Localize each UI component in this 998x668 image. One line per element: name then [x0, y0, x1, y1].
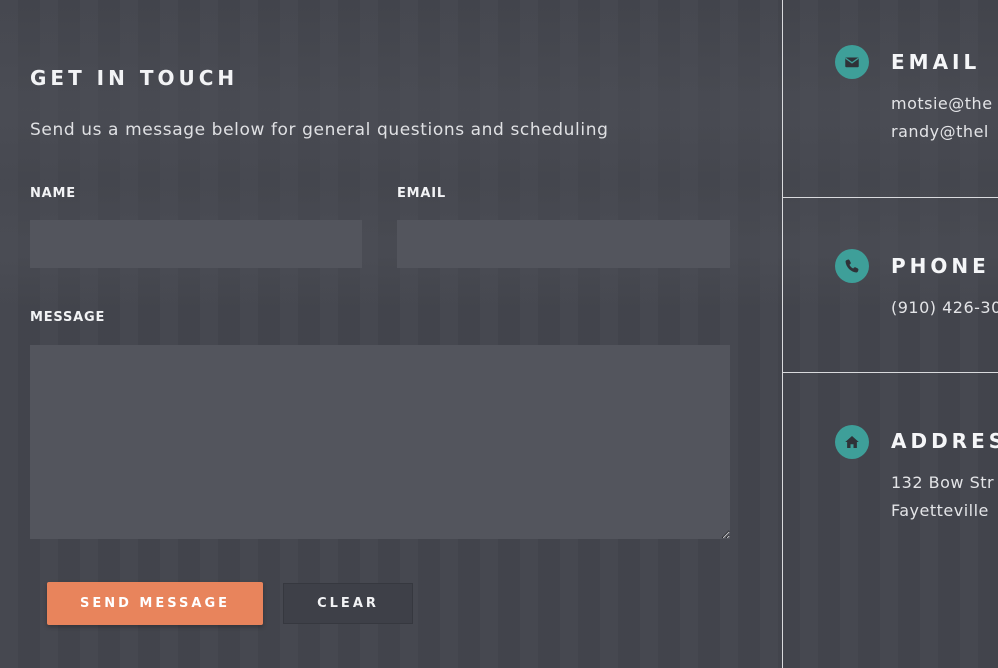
- home-icon: [835, 425, 869, 459]
- address-line-2: Fayetteville: [891, 501, 989, 520]
- phone-glyph: [845, 259, 859, 273]
- send-message-button[interactable]: SEND MESSAGE: [47, 582, 263, 625]
- home-glyph: [845, 436, 859, 448]
- email-title: EMAIL: [891, 50, 981, 74]
- address-line-1: 132 Bow Str: [891, 473, 995, 492]
- message-label: MESSAGE: [30, 310, 106, 325]
- form-title: GET IN TOUCH: [30, 66, 239, 90]
- address-title: ADDRES: [891, 429, 998, 453]
- phone-title: PHONE: [891, 254, 990, 278]
- contact-form-section: GET IN TOUCH Send us a message below for…: [0, 0, 782, 668]
- name-label: NAME: [30, 186, 76, 201]
- phone-icon: [835, 249, 869, 283]
- form-subtitle: Send us a message below for general ques…: [30, 120, 609, 140]
- clear-button[interactable]: CLEAR: [283, 583, 413, 624]
- separator: [783, 372, 998, 373]
- message-textarea[interactable]: [30, 345, 730, 539]
- name-input[interactable]: [30, 220, 362, 268]
- contact-info-panel: EMAIL motsie@the randy@thel PHONE (910) …: [783, 0, 998, 668]
- envelope-icon: [835, 45, 869, 79]
- phone-line-1[interactable]: (910) 426-30: [891, 298, 998, 317]
- email-line-2[interactable]: randy@thel: [891, 122, 989, 141]
- email-line-1[interactable]: motsie@the: [891, 94, 993, 113]
- email-input[interactable]: [397, 220, 730, 268]
- email-label: EMAIL: [397, 186, 446, 201]
- envelope-glyph: [845, 57, 859, 68]
- separator: [783, 197, 998, 198]
